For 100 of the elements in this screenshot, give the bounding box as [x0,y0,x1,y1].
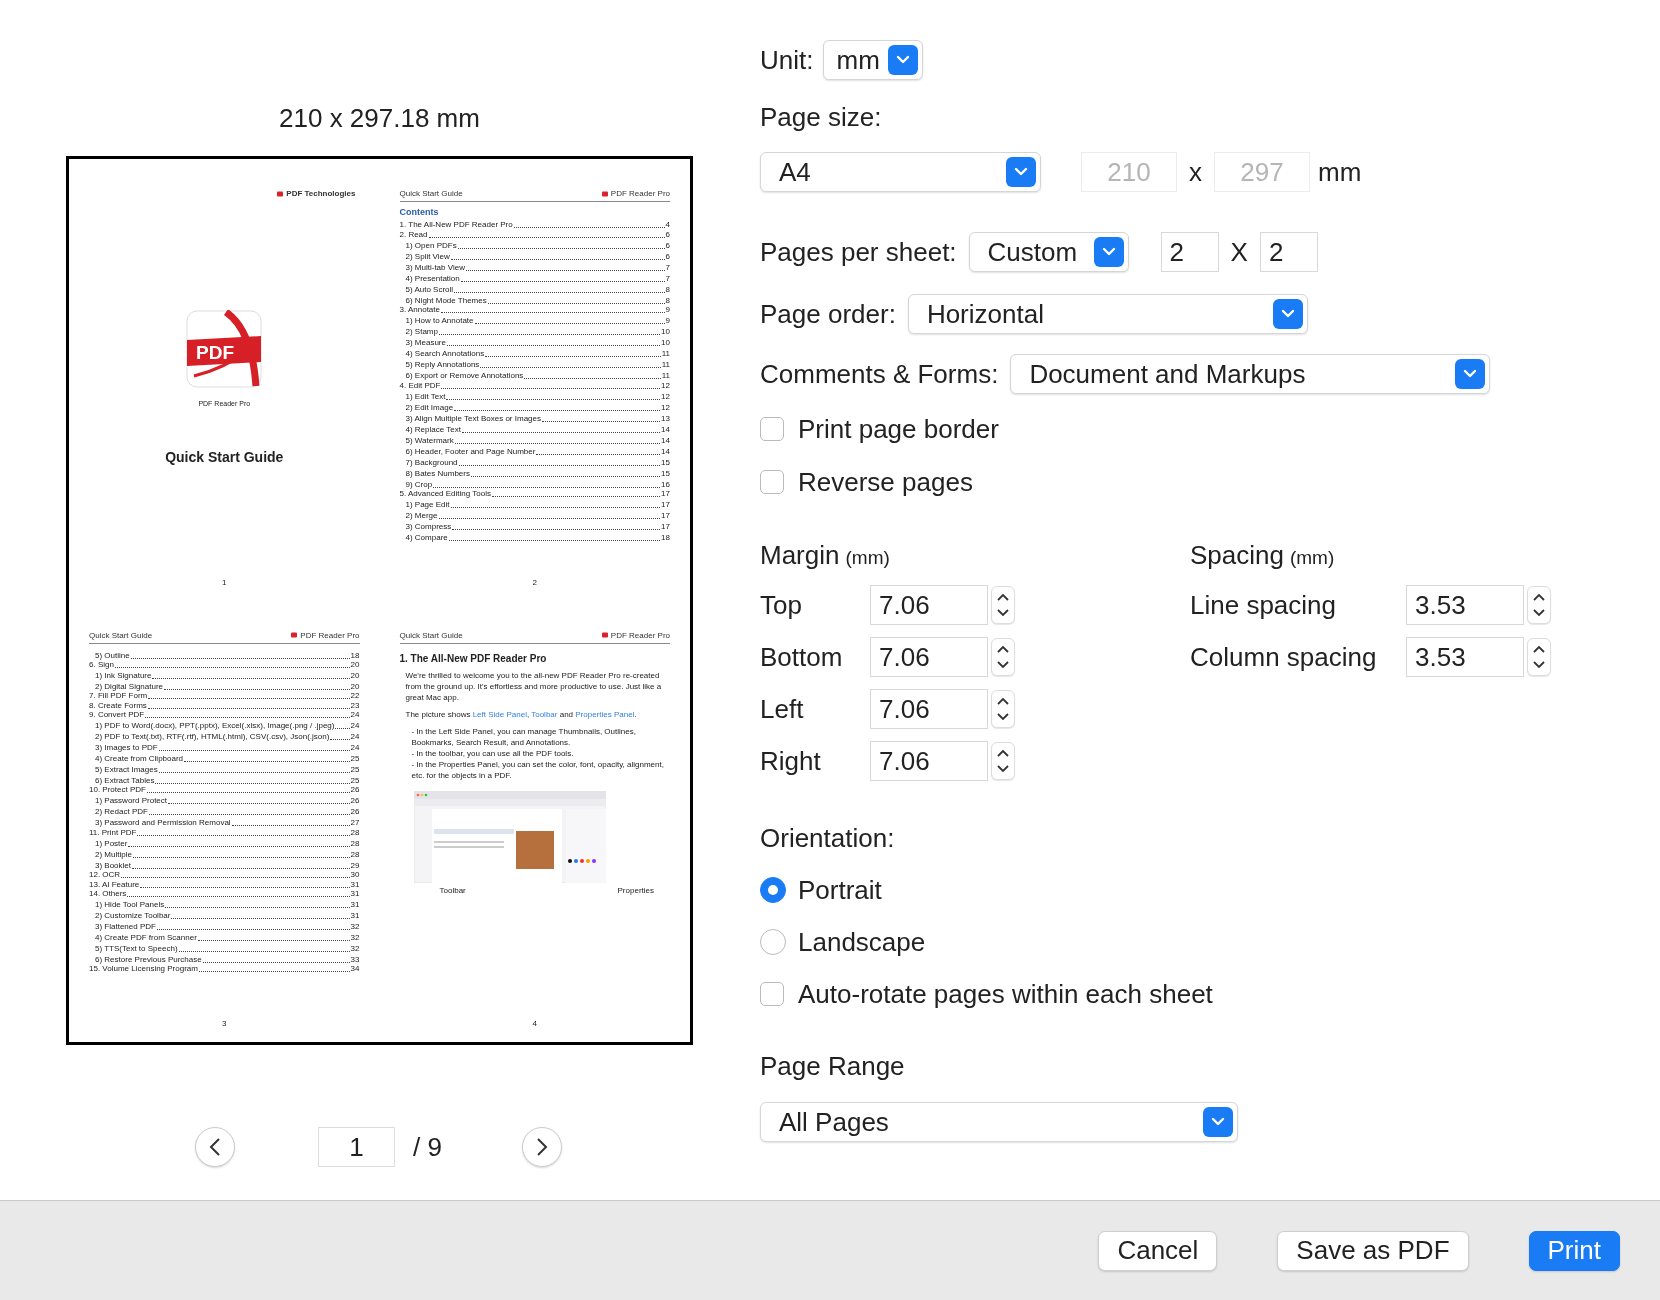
toc-entry: 6) Header, Footer and Page Number 14 [404,445,670,456]
orientation-label: Orientation: [760,823,895,853]
chevron-right-icon [535,1137,548,1157]
toc-entry: 7) Background 15 [404,456,670,467]
page-number-field[interactable]: 1 [318,1127,395,1167]
number-field[interactable]: 7.06 [870,741,988,781]
toc-entry: 3. Annotate 9 [399,305,670,315]
toc-entry: 6) Export or Remove Annotations 11 [404,370,670,381]
toc-entry: 11. Print PDF 28 [89,827,360,837]
toc-entry: 3) Compress 17 [404,520,670,531]
pages-per-sheet-dropdown[interactable]: Custom [968,232,1129,272]
rows-field[interactable]: 2 [1259,232,1318,272]
toc-entry: 3) Password and Permission Removal 27 [94,817,360,828]
comments-forms-dropdown[interactable]: Document and Markups [1010,354,1491,394]
dialog-button[interactable]: Cancel [1098,1230,1218,1271]
chevron-icon [888,45,919,75]
unit-dropdown[interactable]: mm [823,40,924,80]
checkbox-label: Auto-rotate pages within each sheet [798,979,1213,1009]
running-header: Quick Start Guide [89,630,153,640]
toc-entry: 9. Convert PDF 24 [89,709,360,720]
toc-entry: 13. AI Feature 31 [89,879,360,889]
previous-page-button[interactable] [195,1127,235,1167]
page-size-label: Page size: [760,102,882,132]
next-page-button[interactable] [521,1127,562,1167]
radio-button[interactable] [760,929,786,955]
up-down-arrows-icon [996,747,1010,775]
page-order-dropdown[interactable]: Horizontal [907,294,1308,334]
bullet-text: - In the toolbar, you can use all the PDF tools. [411,747,575,759]
toc-entry: 5) Reply Annotations 11 [404,359,670,370]
toc-entry: 1. The All-New PDF Reader Pro 4 [399,220,670,230]
number-field[interactable]: 3.53 [1406,637,1524,677]
checkbox-label: Reverse pages [798,467,973,497]
toc-entry: 3) Measure 10 [404,337,670,348]
toc-entry: 7. Fill PDF Form 22 [89,691,360,701]
page-number: 3 [221,1019,228,1028]
radio-button[interactable] [760,877,786,903]
paper-size-label: 210 x 297.18 mm [278,103,481,133]
number-field[interactable]: 3.53 [1406,585,1524,625]
stepper[interactable] [991,638,1015,676]
section-heading: 1. The All-New PDF Reader Pro [399,652,548,664]
page-range-label: Page Range [760,1051,905,1081]
toc-entry: 12. OCR 30 [89,870,360,880]
brand-logo: PDF Reader Pro [601,189,670,198]
stepper[interactable] [991,690,1015,728]
paragraph: The picture shows Left Side Panel, Toolbar and Properties Panel. [405,708,638,720]
toc-entry: 4) Replace Text 14 [404,423,670,434]
page-range-dropdown[interactable]: All Pages [760,1102,1238,1142]
stepper[interactable] [1527,586,1551,624]
stepper[interactable] [991,586,1015,624]
radio-label: Portrait [798,875,882,905]
checkbox-label: Print page border [798,414,999,444]
link[interactable]: Toolbar [531,709,558,719]
page-size-dropdown[interactable]: A4 [760,152,1041,192]
toc-entry: 2) Stamp 10 [404,326,670,337]
stepper[interactable] [1527,638,1551,676]
dialog-button[interactable]: Print [1528,1230,1620,1271]
unit-label: Unit: [760,45,814,75]
checkbox[interactable] [760,470,784,494]
app-icon: PDF [186,310,263,388]
link[interactable]: Left Side Panel [472,709,527,719]
brand-logo: PDF Technologies [277,189,356,198]
toc-entry: 4) Compare 18 [404,531,670,542]
checkbox[interactable] [760,982,784,1006]
toc-entry: 5. Advanced Editing Tools 17 [399,488,670,498]
toc-entry: 1) Ink Signature 20 [94,669,360,680]
stepper[interactable] [991,742,1015,780]
toc-entry: 10. Protect PDF 26 [89,785,360,795]
section-title: Margin [760,540,840,570]
paragraph: We're thrilled to welcome you to the all-new PDF Reader Pro re-created from the ground up. It's effortless and more productive to use. Just like a great Mac app. [405,669,663,703]
unit-text: (mm) [845,546,890,570]
page-count: / 9 [413,1131,442,1163]
up-down-arrows-icon [996,591,1010,619]
toc-entry: 6) Night Mode Themes 8 [404,294,670,305]
toc-entry: 5) Auto Scroll 8 [404,283,670,294]
toc-entry: 2) Edit Image 12 [404,401,670,412]
page-number: 2 [531,577,538,587]
toc-entry: 1) Edit Text 12 [404,390,670,401]
contents-heading: Contents [399,207,440,217]
caption: Properties [617,885,654,895]
chevron-icon [1203,1107,1233,1137]
number-field[interactable]: 7.06 [870,637,988,677]
number-field[interactable]: 7.06 [870,689,988,729]
dialog-button[interactable]: Save as PDF [1277,1230,1469,1271]
bullet-text: - In the Left Side Panel, you can manage Thumbnails, Outlines, Bookmarks, Search Result, and Annotations. [411,725,637,748]
toc-entry: 6) Extract Tables 25 [94,775,360,786]
checkbox[interactable] [760,417,784,441]
unit-text: (mm) [1289,546,1335,570]
toc-entry: 1) Page Edit 17 [404,498,670,509]
times-sign: X [1230,237,1248,267]
up-down-arrows-icon [1532,643,1546,671]
bullet-text: - In the Properties Panel, you can set the color, font, opacity, alignment, etc. for the objects in a PDF. [411,758,665,781]
chevron-icon [1006,157,1036,187]
toc-entry: 3) Booklet 29 [94,859,360,870]
columns-field[interactable]: 2 [1160,232,1219,272]
field-label: Top [760,590,803,620]
comments-forms-label: Comments & Forms: [760,359,999,389]
field-label: Left [760,694,805,724]
number-field[interactable]: 7.06 [870,585,988,625]
unit-text: mm [1318,157,1362,187]
chevron-left-icon [209,1137,221,1157]
